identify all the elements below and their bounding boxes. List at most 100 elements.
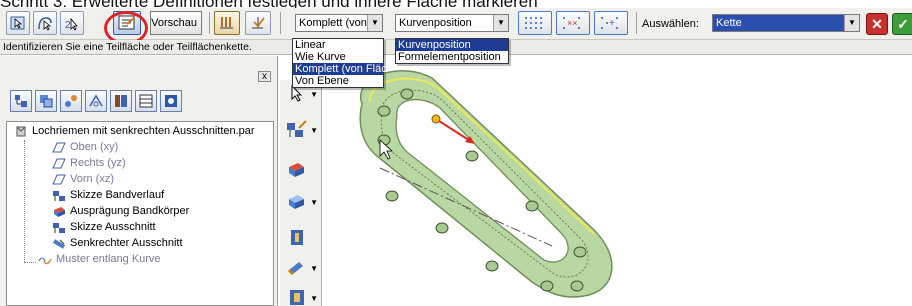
accept-button[interactable]: ✓ bbox=[892, 13, 912, 35]
chevron-down-icon[interactable]: ▼ bbox=[493, 15, 508, 31]
sketch-tab-icon[interactable] bbox=[85, 90, 107, 112]
cross-section-step-button[interactable]: 2 bbox=[60, 11, 84, 35]
cutout-tool-icon bbox=[289, 195, 304, 209]
assembly-tab-icon[interactable] bbox=[60, 90, 82, 112]
tree-connector bbox=[24, 262, 36, 263]
separator bbox=[209, 12, 210, 34]
add-points-button[interactable]: + bbox=[594, 11, 628, 35]
preview-button[interactable]: Vorschau bbox=[150, 11, 202, 35]
mode-combobox-value: Komplett (von bbox=[299, 17, 367, 29]
tree-node-label: Skizze Ausschnitt bbox=[70, 221, 156, 233]
select-step-icon bbox=[10, 16, 25, 30]
dropdown-option-selected[interactable]: Komplett (von Fläc bbox=[293, 63, 387, 75]
dropdown-option[interactable]: Von Ebene bbox=[293, 75, 383, 87]
treatment-button[interactable] bbox=[214, 11, 240, 35]
sketch-icon bbox=[53, 223, 65, 233]
pattern-icon bbox=[38, 257, 52, 265]
variables-tab-icon[interactable] bbox=[160, 90, 182, 112]
layers-tab-icon[interactable] bbox=[35, 90, 57, 112]
cross-section-step-icon: 2 bbox=[65, 17, 78, 31]
tree-node-sketch-path[interactable]: Skizze Bandverlauf bbox=[52, 188, 164, 203]
cutout-icon bbox=[52, 239, 66, 249]
hole-tool-button[interactable] bbox=[284, 226, 310, 250]
tree-connector bbox=[24, 140, 25, 262]
path-step-button[interactable] bbox=[33, 11, 57, 35]
grid-points-button[interactable] bbox=[518, 11, 552, 35]
tree-node-part[interactable]: Lochriemen mit senkrechten Ausschnitten.… bbox=[14, 124, 255, 139]
dropdown-option[interactable]: Formelementposition bbox=[396, 51, 508, 63]
cancel-button[interactable]: ✕ bbox=[866, 13, 888, 35]
hole-tool-icon bbox=[291, 230, 303, 245]
mode-combobox[interactable]: Komplett (von ▼ bbox=[295, 14, 383, 32]
command-ribbon: 2 Vorschau Komplett (von ▼ Kurvenpositio… bbox=[0, 8, 912, 45]
dropdown-option-selected[interactable]: Kurvenposition bbox=[396, 39, 508, 51]
position-combobox[interactable]: Kurvenposition ▼ bbox=[395, 14, 509, 32]
tree-node-plane-front[interactable]: Vorn (xz) bbox=[52, 172, 114, 187]
checkmark-icon: ✓ bbox=[897, 15, 909, 32]
svg-text:+: + bbox=[609, 18, 615, 29]
page-heading: Schritt 3: Erweiterte Definitionen festl… bbox=[0, 0, 912, 8]
family-tab-icon[interactable] bbox=[135, 90, 157, 112]
chevron-down-icon[interactable]: ▼ bbox=[310, 90, 318, 99]
position-dropdown-list: Kurvenposition Formelementposition bbox=[395, 38, 509, 64]
tree-node-sketch-cutout[interactable]: Skizze Ausschnitt bbox=[52, 220, 156, 235]
part-icon bbox=[16, 126, 26, 137]
chevron-down-icon[interactable]: ▼ bbox=[367, 15, 382, 31]
sketch-tool-button[interactable]: ▼ bbox=[284, 118, 318, 142]
add-points-icon: + bbox=[601, 17, 618, 29]
grid-points-icon bbox=[525, 17, 542, 29]
tree-node-label: Ausprägung Bandkörper bbox=[70, 205, 190, 217]
tree-node-extrusion[interactable]: Ausprägung Bandkörper bbox=[52, 204, 189, 219]
treatment-icon bbox=[220, 17, 233, 29]
features-tab-icon[interactable] bbox=[10, 90, 32, 112]
tree-node-label: Rechts (yz) bbox=[70, 157, 126, 169]
dropdown-option[interactable]: Linear bbox=[293, 39, 383, 51]
cutout-tool-button[interactable]: ▼ bbox=[284, 190, 318, 214]
chevron-down-icon[interactable]: ▼ bbox=[310, 198, 318, 207]
dropdown-option[interactable]: Wie Kurve bbox=[293, 51, 383, 63]
finish-icon bbox=[252, 17, 265, 29]
chevron-down-icon[interactable]: ▼ bbox=[844, 15, 859, 31]
chevron-down-icon[interactable]: ▼ bbox=[310, 126, 318, 135]
tree-node-cutout[interactable]: Senkrechter Ausschnitt bbox=[52, 236, 183, 251]
panel-close-button[interactable]: x bbox=[258, 71, 271, 82]
close-icon: x bbox=[262, 71, 267, 82]
belt-part-model[interactable] bbox=[322, 56, 912, 306]
remove-points-button[interactable]: ×× bbox=[556, 11, 590, 35]
prompt-text: Identifizieren Sie eine Teilfläche oder … bbox=[3, 41, 252, 53]
extrude-tool-icon bbox=[289, 163, 304, 177]
extrude-tool-button[interactable] bbox=[284, 158, 310, 182]
tree-node-label: Skizze Bandverlauf bbox=[70, 189, 165, 201]
library-tab-icon[interactable] bbox=[110, 90, 132, 112]
chevron-down-icon[interactable]: ▼ bbox=[310, 264, 318, 273]
separator bbox=[280, 12, 281, 34]
finish-button[interactable] bbox=[245, 11, 271, 35]
tree-node-pattern[interactable]: Muster entlang Kurve bbox=[38, 252, 161, 267]
select-label: Auswählen: bbox=[642, 18, 699, 30]
separator bbox=[636, 12, 637, 34]
pattern-tool-icon bbox=[290, 290, 304, 305]
plane-icon bbox=[52, 142, 66, 153]
selection-mode-combobox[interactable]: Kette ▼ bbox=[712, 14, 860, 32]
sketch-tool-icon bbox=[287, 120, 307, 137]
panel-toolbar bbox=[10, 90, 182, 118]
position-combobox-value: Kurvenposition bbox=[399, 17, 472, 29]
pattern-tool-button[interactable]: ▼ bbox=[284, 286, 318, 306]
graphics-viewport[interactable] bbox=[322, 56, 912, 306]
chevron-down-icon[interactable]: ▼ bbox=[310, 294, 318, 303]
sketch-icon bbox=[53, 191, 65, 201]
tree-node-plane-right[interactable]: Rechts (yz) bbox=[52, 156, 126, 171]
plane-icon bbox=[52, 174, 66, 185]
tree-node-label: Vorn (xz) bbox=[70, 173, 115, 185]
remove-points-icon: ×× bbox=[563, 17, 580, 29]
svg-text:2: 2 bbox=[65, 20, 71, 31]
select-step-button[interactable] bbox=[6, 11, 30, 35]
tree-node-label: Muster entlang Kurve bbox=[56, 253, 161, 265]
selection-mode-value: Kette bbox=[716, 17, 742, 29]
close-icon: ✕ bbox=[871, 15, 883, 32]
round-tool-button[interactable]: ▼ bbox=[284, 256, 318, 280]
mode-dropdown-list: Linear Wie Kurve Komplett (von Fläc Von … bbox=[292, 38, 387, 88]
svg-text:××: ×× bbox=[567, 18, 578, 28]
tree-node-label: Oben (xy) bbox=[70, 141, 119, 153]
tree-node-plane-top[interactable]: Oben (xy) bbox=[52, 140, 118, 155]
